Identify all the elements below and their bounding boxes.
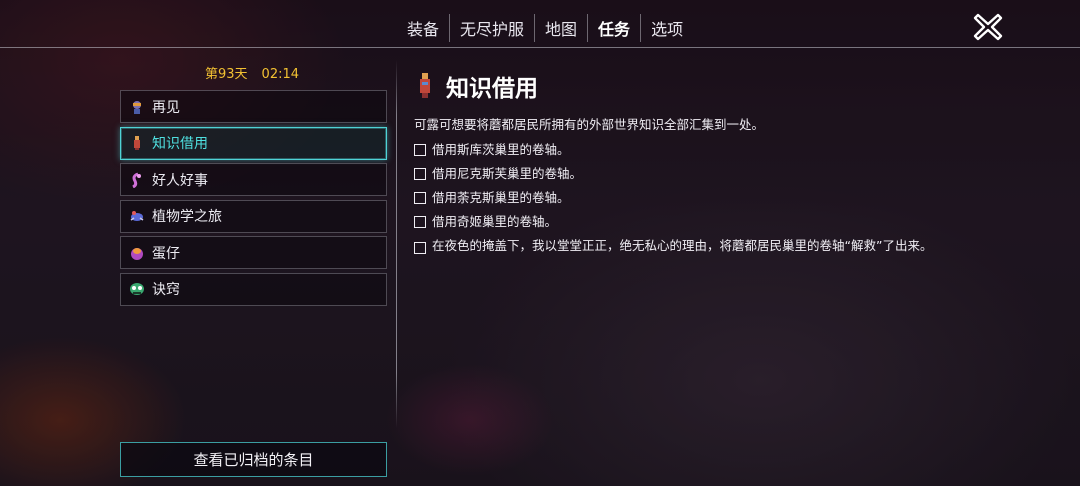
quest-title: 知识借用 (446, 76, 538, 102)
objective-checkbox[interactable] (414, 242, 426, 254)
quest-label: 植物学之旅 (152, 209, 222, 225)
day-time-display: 第93天 02:14 (205, 63, 313, 82)
objective-item: 在夜色的掩盖下，我以堂堂正正，绝无私心的理由，将蘑都居民巢里的卷轴“解救”了出来… (414, 238, 959, 254)
quest-detail-panel: 知识借用 可露可想要将蘑都居民所拥有的外部世界知识全部汇集到一处。 借用斯库茨巢… (414, 68, 974, 254)
objective-checkbox[interactable] (414, 216, 426, 228)
character-portrait-icon (129, 99, 145, 115)
objective-text: 借用斯库茨巢里的卷轴。 (432, 142, 570, 157)
objective-list: 借用斯库茨巢里的卷轴。 借用尼克斯芙巢里的卷轴。 借用荼克斯巢里的卷轴。 借用奇… (414, 142, 959, 262)
objective-text: 借用奇姬巢里的卷轴。 (432, 214, 558, 229)
objective-item: 借用尼克斯芙巢里的卷轴。 (414, 166, 959, 182)
beetle-icon (129, 208, 145, 224)
top-navigation: 装备 无尽护服 地图 任务 选项 (0, 8, 1080, 48)
objective-item: 借用奇姬巢里的卷轴。 (414, 214, 959, 230)
tab-options[interactable]: 选项 (640, 14, 693, 42)
close-x-icon (973, 13, 1003, 41)
objective-text: 借用荼克斯巢里的卷轴。 (432, 190, 570, 205)
egg-icon (129, 245, 145, 261)
quest-item-egg[interactable]: 蛋仔 (120, 236, 387, 269)
quest-label: 蛋仔 (152, 245, 180, 262)
quest-description: 可露可想要将蘑都居民所拥有的外部世界知识全部汇集到一处。 (414, 117, 765, 132)
close-button[interactable] (973, 12, 1003, 42)
quest-item-goodbye[interactable]: 再见 (120, 90, 387, 123)
objective-checkbox[interactable] (414, 168, 426, 180)
quest-item-knack[interactable]: 诀窍 (120, 272, 387, 306)
tab-bar: 装备 无尽护服 地图 任务 选项 (397, 14, 693, 42)
quest-item-good-deeds[interactable]: 好人好事 (120, 163, 387, 196)
quest-label: 好人好事 (152, 172, 208, 189)
day-counter: 第93天 (205, 67, 248, 82)
objective-text: 借用尼克斯芙巢里的卷轴。 (432, 166, 583, 181)
tab-equipment[interactable]: 装备 (397, 14, 449, 42)
tab-quests[interactable]: 任务 (587, 14, 640, 42)
tentacle-creature-icon (129, 172, 145, 188)
scroll-holder-icon (414, 72, 436, 100)
objective-text: 在夜色的掩盖下，我以堂堂正正，绝无私心的理由，将蘑都居民巢里的卷轴“解救”了出来… (432, 238, 933, 253)
green-creature-icon (129, 281, 145, 297)
clock-time: 02:14 (261, 67, 300, 82)
quest-label: 诀窍 (152, 282, 180, 298)
quest-label: 再见 (152, 99, 180, 116)
quest-title-row: 知识借用 (414, 68, 974, 104)
quest-list: 再见 知识借用 好人好事 植物学之旅 蛋仔 诀窍 (120, 90, 387, 309)
objective-item: 借用荼克斯巢里的卷轴。 (414, 190, 959, 206)
objective-item: 借用斯库茨巢里的卷轴。 (414, 142, 959, 158)
quest-item-botany-journey[interactable]: 植物学之旅 (120, 199, 387, 233)
objective-checkbox[interactable] (414, 144, 426, 156)
nav-divider-line (0, 47, 1080, 48)
scroll-holder-icon (129, 135, 145, 151)
quest-label: 知识借用 (152, 136, 208, 152)
view-archived-entries-button[interactable]: 查看已归档的条目 (120, 442, 387, 477)
tab-endless-suit[interactable]: 无尽护服 (449, 14, 534, 42)
objective-checkbox[interactable] (414, 192, 426, 204)
panel-divider (396, 60, 397, 428)
tab-map[interactable]: 地图 (534, 14, 587, 42)
quest-item-knowledge-borrowing[interactable]: 知识借用 (120, 126, 387, 160)
